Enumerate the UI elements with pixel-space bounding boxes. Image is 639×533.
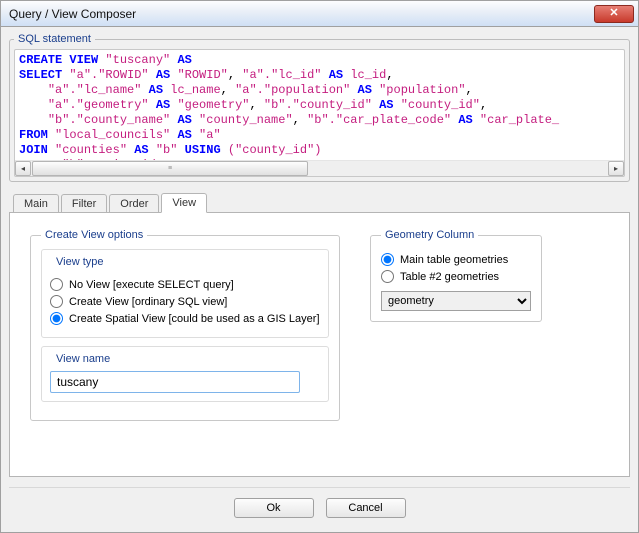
create-view-options-group: Create View options View type No View [e… [30, 229, 340, 421]
tab-bar: Main Filter Order View [9, 190, 630, 212]
tab-filter[interactable]: Filter [61, 194, 107, 213]
radio-main-geometries-label: Main table geometries [400, 254, 508, 266]
radio-no-view-input[interactable] [50, 278, 63, 291]
sql-statement-legend: SQL statement [14, 33, 95, 45]
radio-spatial-view[interactable]: Create Spatial View [could be used as a … [50, 312, 320, 325]
radio-table2-geometries-input[interactable] [381, 270, 394, 283]
dialog-window: Query / View Composer ✕ SQL statement CR… [0, 0, 639, 533]
tab-view[interactable]: View [161, 193, 207, 213]
geometry-column-legend: Geometry Column [381, 229, 478, 241]
radio-create-view-input[interactable] [50, 295, 63, 308]
tab-panel-view: Create View options View type No View [e… [9, 212, 630, 477]
radio-no-view[interactable]: No View [execute SELECT query] [50, 278, 320, 291]
radio-table2-geometries-label: Table #2 geometries [400, 271, 499, 283]
dialog-content: SQL statement CREATE VIEW "tuscany" AS S… [1, 27, 638, 532]
view-name-group: View name [41, 346, 329, 402]
ok-button[interactable]: Ok [234, 498, 314, 518]
sql-horizontal-scrollbar[interactable]: ◂ ≡ ▸ [15, 160, 624, 176]
window-title: Query / View Composer [9, 7, 594, 21]
radio-create-view-label: Create View [ordinary SQL view] [69, 296, 227, 308]
sql-statement-group: SQL statement CREATE VIEW "tuscany" AS S… [9, 33, 630, 182]
sql-text-area[interactable]: CREATE VIEW "tuscany" AS SELECT "a"."ROW… [15, 50, 624, 160]
title-bar: Query / View Composer ✕ [1, 1, 638, 27]
geometry-column-group: Geometry Column Main table geometries Ta… [370, 229, 542, 322]
view-name-legend: View name [52, 353, 114, 365]
scroll-left-arrow-icon[interactable]: ◂ [15, 161, 31, 176]
radio-spatial-view-input[interactable] [50, 312, 63, 325]
geometry-column-select[interactable]: geometry [381, 291, 531, 311]
radio-main-geometries-input[interactable] [381, 253, 394, 266]
radio-main-geometries[interactable]: Main table geometries [381, 253, 531, 266]
scroll-track[interactable]: ≡ [32, 161, 607, 176]
cancel-button[interactable]: Cancel [326, 498, 406, 518]
scroll-right-arrow-icon[interactable]: ▸ [608, 161, 624, 176]
tab-main[interactable]: Main [13, 194, 59, 213]
radio-create-view[interactable]: Create View [ordinary SQL view] [50, 295, 320, 308]
create-view-options-legend: Create View options [41, 229, 147, 241]
view-name-input[interactable] [50, 371, 300, 393]
radio-spatial-view-label: Create Spatial View [could be used as a … [69, 313, 320, 325]
view-type-group: View type No View [execute SELECT query]… [41, 249, 329, 338]
scroll-thumb[interactable]: ≡ [32, 161, 308, 176]
close-icon: ✕ [609, 7, 618, 19]
sql-text-wrap: CREATE VIEW "tuscany" AS SELECT "a"."ROW… [14, 49, 625, 177]
close-button[interactable]: ✕ [594, 5, 634, 23]
dialog-button-row: Ok Cancel [9, 487, 630, 522]
radio-no-view-label: No View [execute SELECT query] [69, 279, 234, 291]
tab-order[interactable]: Order [109, 194, 159, 213]
view-type-legend: View type [52, 256, 108, 268]
radio-table2-geometries[interactable]: Table #2 geometries [381, 270, 531, 283]
